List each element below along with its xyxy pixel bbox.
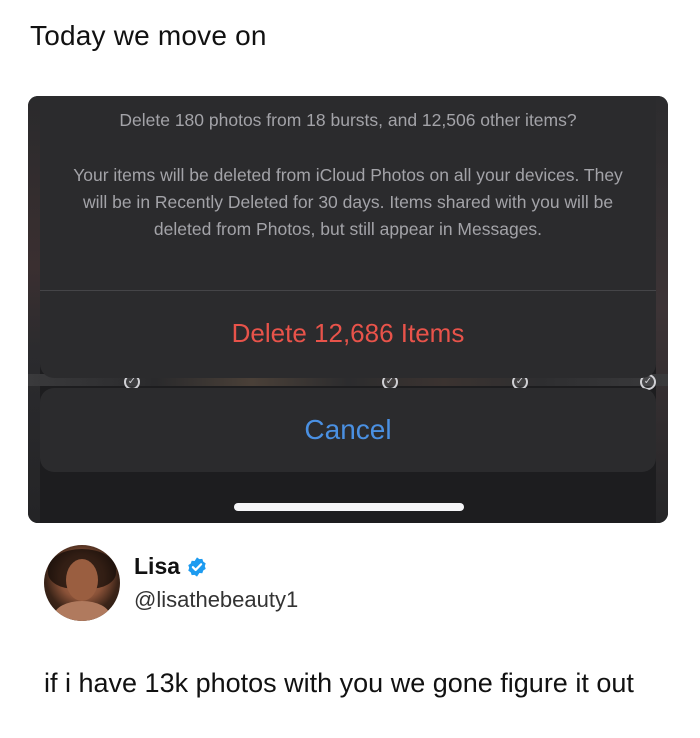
dialog-title: Delete 180 photos from 18 bursts, and 12… <box>119 110 577 130</box>
delete-items-button[interactable]: Delete 12,686 Items <box>40 292 656 374</box>
background-photo-strip-left <box>28 96 40 523</box>
background-photo-strip-right <box>656 96 668 523</box>
home-indicator <box>234 503 464 511</box>
tweet-text: if i have 13k photos with you we gone fi… <box>44 668 634 698</box>
delete-confirmation-sheet: Delete 180 photos from 18 bursts, and 12… <box>40 96 656 378</box>
dialog-divider <box>40 290 656 291</box>
author-name-row: Lisa <box>134 553 208 580</box>
author-handle[interactable]: @lisathebeauty1 <box>134 587 298 613</box>
post-caption: Today we move on <box>30 20 267 51</box>
cancel-button[interactable]: Cancel <box>40 388 656 472</box>
author-name[interactable]: Lisa <box>134 553 180 580</box>
phone-screenshot: ✓ ✓ ✓ ✓ Delete 180 photos from 18 bursts… <box>28 96 668 523</box>
verified-badge-icon <box>186 556 208 578</box>
avatar[interactable] <box>44 545 120 621</box>
dialog-message: Your items will be deleted from iCloud P… <box>73 165 623 239</box>
